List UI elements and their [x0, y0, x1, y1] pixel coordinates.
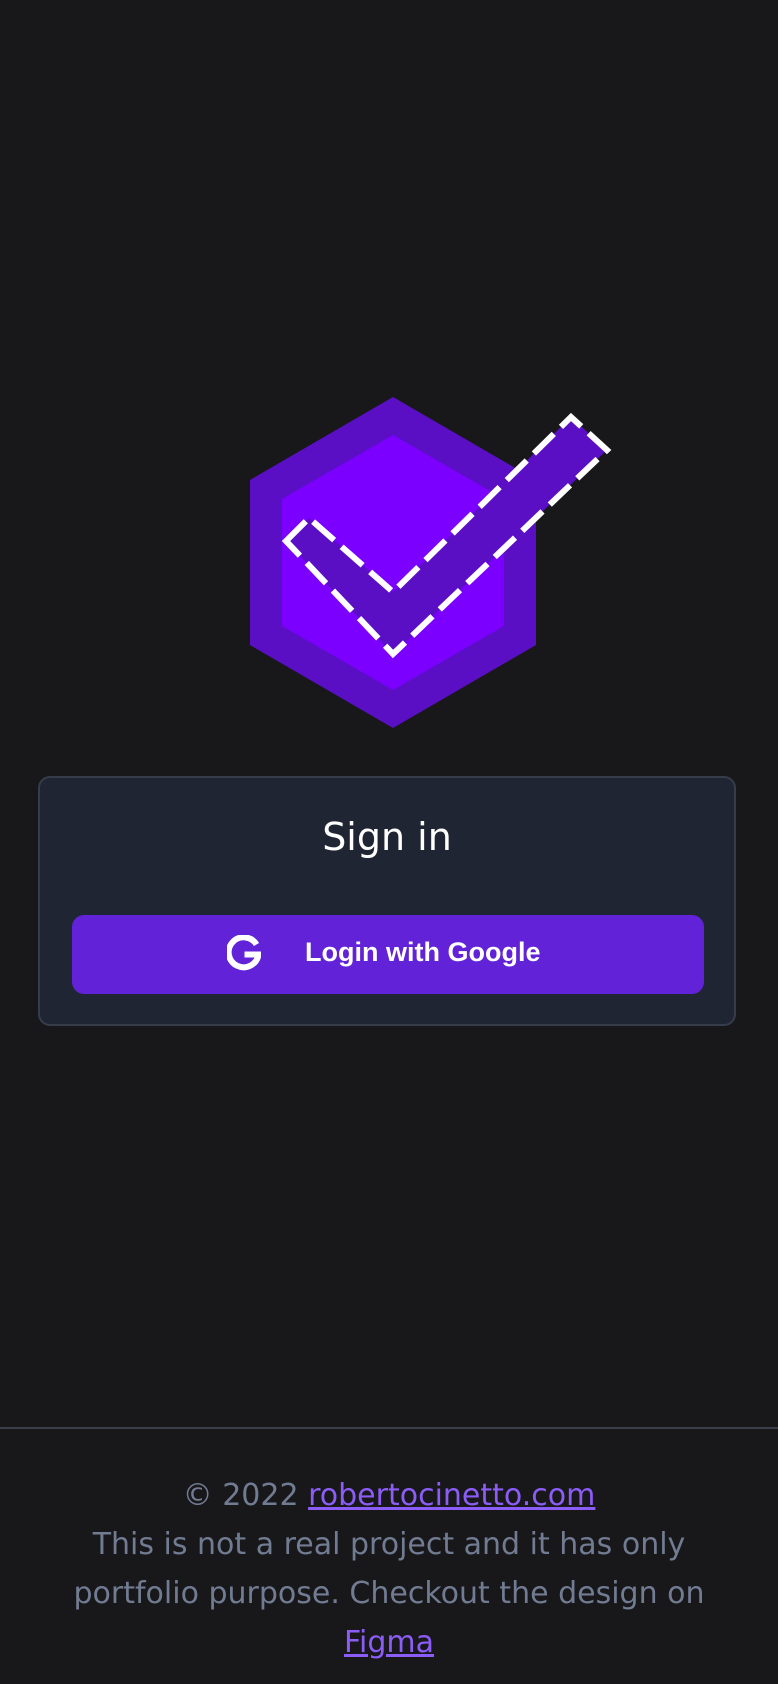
login-with-google-label: Login with Google — [305, 937, 541, 967]
footer-divider — [0, 1427, 778, 1429]
google-g-icon — [227, 935, 261, 971]
disclaimer-text: This is not a real project and it has on… — [73, 1527, 705, 1611]
app-logo-icon — [250, 397, 612, 728]
footer: © 2022 robertocinetto.com This is not a … — [0, 1471, 778, 1667]
login-page: Sign in Login with Google © 2022 roberto… — [0, 0, 778, 1684]
site-link[interactable]: robertocinetto.com — [308, 1478, 595, 1513]
login-with-google-button[interactable]: Login with Google — [72, 915, 704, 994]
signin-card: Sign in Login with Google — [38, 776, 736, 1026]
figma-link[interactable]: Figma — [344, 1625, 434, 1660]
signin-title: Sign in — [322, 815, 452, 859]
footer-copyright-line: © 2022 robertocinetto.com — [0, 1471, 778, 1520]
copyright-text: © 2022 — [182, 1478, 299, 1513]
footer-disclaimer: This is not a real project and it has on… — [0, 1520, 778, 1667]
